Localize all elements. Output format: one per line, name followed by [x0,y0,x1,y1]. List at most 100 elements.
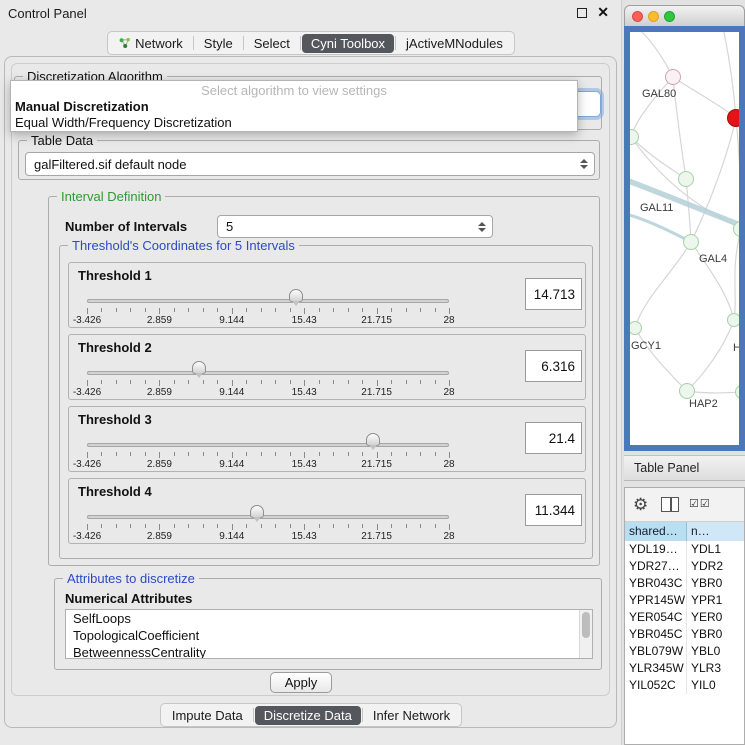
titlebar: Control Panel ✕ [0,0,621,26]
attribute-list-item[interactable]: SelfLoops [66,610,592,627]
tab-discretize-data[interactable]: Discretize Data [255,706,361,725]
threshold-value-field[interactable]: 21.4 [525,422,582,454]
dropdown-option[interactable]: Equal Width/Frequency Discretization [11,115,577,131]
table-cell: YDR2 [687,558,744,575]
tab-style[interactable]: Style [195,34,242,53]
slider-tick-label: 2.859 [147,459,172,470]
table-row[interactable]: YBL079WYBL0 [625,643,744,660]
threshold-value-field[interactable]: 6.316 [525,350,582,382]
column-selector-icon[interactable] [661,497,679,512]
numerical-attributes-list[interactable]: SelfLoopsTopologicalCoefficientBetweenne… [65,609,593,659]
tab-jactivemnodules[interactable]: jActiveMNodules [397,34,512,53]
apply-button[interactable]: Apply [270,672,332,693]
slider-tick [261,452,262,456]
threshold-value-field[interactable]: 14.713 [525,278,582,310]
attribute-list-item[interactable]: BetweennessCentrality [66,644,592,659]
slider-tick [101,524,102,528]
slider-tick [87,524,88,530]
close-traffic-light-icon[interactable] [632,11,643,22]
slider-thumb[interactable] [192,361,206,374]
gear-icon[interactable]: ⚙ [633,495,648,515]
slider-tick-label: -3.426 [73,315,101,326]
slider-tick-label: 28 [443,531,454,542]
slider-tick [87,452,88,458]
network-node[interactable] [733,221,745,237]
table-row[interactable]: YBR045CYBR0 [625,626,744,643]
slider-thumb[interactable] [366,433,380,446]
network-node[interactable] [628,321,642,335]
slider-tick [362,524,363,528]
table-row[interactable]: YDL19…YDL1 [625,541,744,558]
scrollbar[interactable] [579,610,592,658]
tab-separator [362,708,363,722]
slider-tick [116,308,117,312]
slider-tick [130,524,131,528]
tab-separator [253,708,254,722]
slider-track[interactable] [87,443,449,447]
slider-tick [333,452,334,456]
scrollbar-thumb[interactable] [582,612,590,638]
slider-tick-label: 15.43 [292,459,317,470]
node-label: HAP2 [689,398,718,410]
select-columns-icon[interactable]: ☑☑ [689,497,711,510]
network-node[interactable] [727,109,745,127]
float-window-icon[interactable] [577,8,587,18]
slider-tick [203,524,204,528]
network-node[interactable] [678,171,694,187]
slider-tick [275,308,276,312]
slider-tick [130,308,131,312]
slider-tick [406,524,407,528]
threshold-value-field[interactable]: 11.344 [525,494,582,526]
slider-tick [159,452,160,458]
table-row[interactable]: YPR145WYPR1 [625,592,744,609]
slider-track[interactable] [87,515,449,519]
slider-tick-label: -3.426 [73,387,101,398]
slider-track[interactable] [87,371,449,375]
network-node[interactable] [727,313,741,327]
minimize-traffic-light-icon[interactable] [648,11,659,22]
slider-tick [246,452,247,456]
network-canvas[interactable]: GAL80GAL11GAL4GCY1HHAP2 [630,32,739,445]
slider-tick [348,308,349,312]
network-node[interactable] [665,69,681,85]
tab-cyni-toolbox[interactable]: Cyni Toolbox [302,34,394,53]
slider-tick [159,524,160,530]
slider-thumb[interactable] [250,505,264,518]
dropdown-option[interactable]: Manual Discretization [11,99,577,115]
slider-tick [377,308,378,314]
table-data-combobox[interactable]: galFiltered.sif default node [25,152,595,176]
slider-tick-label: 15.43 [292,315,317,326]
tab-select[interactable]: Select [245,34,299,53]
table-row[interactable]: YER054CYER0 [625,609,744,626]
table-toolbar: ⚙ ☑☑ [625,488,744,522]
network-node[interactable] [735,385,745,399]
network-node[interactable] [679,383,695,399]
table-row[interactable]: YDR27…YDR2 [625,558,744,575]
table-row[interactable]: YLR345WYLR3 [625,660,744,677]
table-cell: YPR145W [625,592,687,609]
slider-ticks [87,524,449,531]
slider-track[interactable] [87,299,449,303]
close-icon[interactable]: ✕ [597,4,609,21]
network-node[interactable] [683,234,699,250]
threshold-4-block: Threshold 4-3.4262.8599.14415.4321.71528… [68,478,586,544]
table-row[interactable]: YBR043CYBR0 [625,575,744,592]
table-column-header[interactable]: shared… [625,522,687,541]
number-of-intervals-combobox[interactable]: 5 [217,215,493,238]
slider-tick-label: -3.426 [73,459,101,470]
slider-tick [406,452,407,456]
tab-impute-data[interactable]: Impute Data [163,706,252,725]
attribute-list-item[interactable]: TopologicalCoefficient [66,627,592,644]
table-column-header[interactable]: n… [687,522,744,541]
tab-network[interactable]: Network [110,34,192,53]
slider-tick [406,380,407,384]
slider-tick [232,524,233,530]
slider-tick [348,380,349,384]
slider-tick [203,308,204,312]
table-row[interactable]: YIL052CYIL0 [625,677,744,694]
slider-tick-label: 15.43 [292,387,317,398]
slider-tick [435,308,436,312]
zoom-traffic-light-icon[interactable] [664,11,675,22]
slider-thumb[interactable] [289,289,303,302]
tab-infer-network[interactable]: Infer Network [364,706,459,725]
